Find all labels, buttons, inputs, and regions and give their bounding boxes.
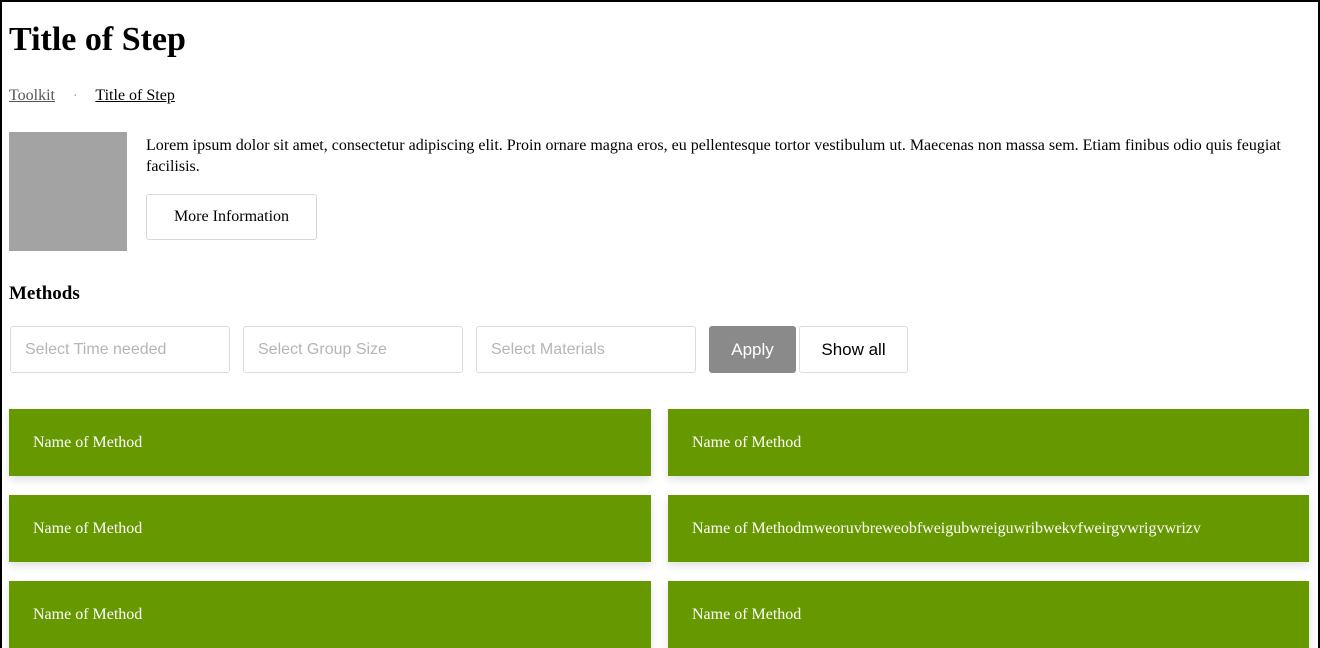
intro-text: Lorem ipsum dolor sit amet, consectetur … xyxy=(146,137,1281,175)
apply-button[interactable]: Apply xyxy=(709,326,796,373)
materials-select[interactable] xyxy=(476,326,696,373)
breadcrumb-separator: · xyxy=(73,89,78,104)
more-information-button[interactable]: More Information xyxy=(146,194,317,240)
methods-heading: Methods xyxy=(9,283,80,304)
method-card[interactable]: Name of Method xyxy=(9,581,651,648)
method-card[interactable]: Name of Method xyxy=(9,409,651,476)
method-card[interactable]: Name of Method xyxy=(668,581,1309,648)
method-card[interactable]: Name of Method xyxy=(9,495,651,562)
show-all-button[interactable]: Show all xyxy=(799,326,908,373)
breadcrumb: Toolkit · Title of Step xyxy=(9,86,175,107)
group-size-select[interactable] xyxy=(243,326,463,373)
time-needed-select[interactable] xyxy=(10,326,230,373)
method-card[interactable]: Name of Method xyxy=(668,409,1309,476)
breadcrumb-current[interactable]: Title of Step xyxy=(95,87,174,104)
step-thumbnail-image xyxy=(9,132,127,251)
method-card[interactable]: Name of Methodmweoruvbreweobfweigubwreig… xyxy=(668,495,1309,562)
page-title: Title of Step xyxy=(9,21,186,58)
breadcrumb-link-toolkit[interactable]: Toolkit xyxy=(9,87,55,104)
